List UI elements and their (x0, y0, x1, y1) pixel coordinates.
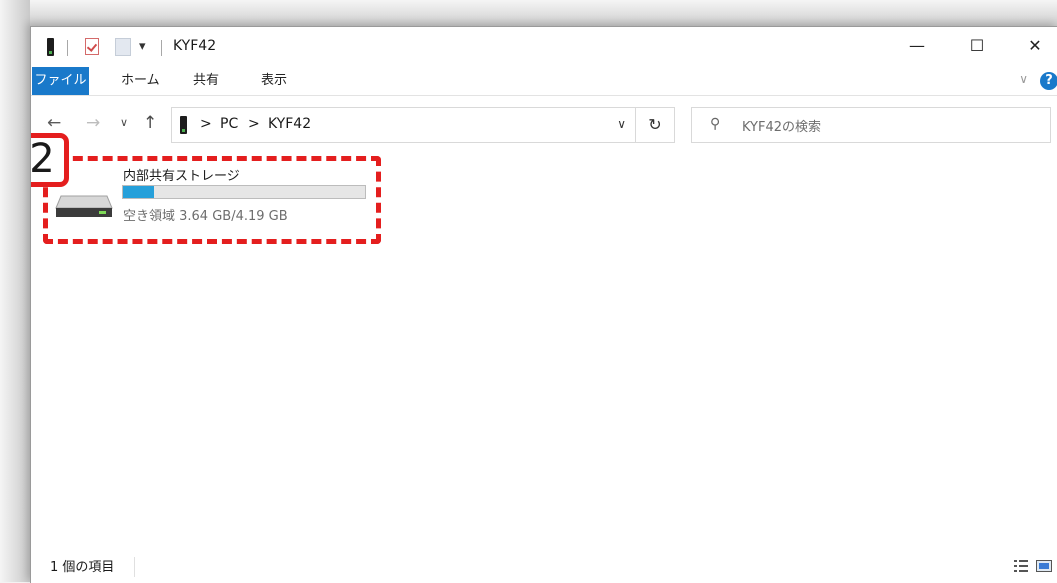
breadcrumb-separator[interactable]: > (200, 116, 212, 132)
refresh-icon[interactable]: ↻ (635, 108, 674, 142)
storage-free-space: 空き領域 3.64 GB/4.19 GB (123, 209, 288, 224)
minimize-button[interactable]: — (894, 27, 940, 67)
address-dropdown-chevron-icon[interactable]: ∨ (617, 117, 626, 131)
tab-share[interactable]: 共有 (193, 67, 219, 95)
tab-home[interactable]: ホーム (121, 67, 160, 95)
storage-usage-bar (122, 185, 366, 199)
ribbon-tabs: ファイル ホーム 共有 表示 ∨ ? (31, 67, 1057, 96)
navigation-bar: ← → ∨ ↑ > PC > KYF42 ∨ ↻ ⚲ KYF42の検索 (31, 96, 1057, 152)
help-icon[interactable]: ? (1040, 72, 1057, 90)
details-view-icon[interactable] (1014, 560, 1028, 572)
window-title: KYF42 (173, 38, 217, 54)
explorer-window: ▾ KYF42 — ☐ ✕ ファイル ホーム 共有 表示 ∨ ? ← → ∨ ↑… (30, 26, 1057, 583)
device-drive-icon (47, 38, 54, 56)
title-bar: ▾ KYF42 — ☐ ✕ (31, 27, 1057, 67)
large-icons-view-icon[interactable] (1036, 560, 1052, 572)
step-number-badge: 2 (31, 133, 69, 187)
properties-check-icon[interactable] (85, 38, 99, 55)
file-view: 2 内部共有ストレージ 空き領域 3.64 GB/4.19 GB (31, 133, 1057, 551)
toolbar-separator (67, 40, 68, 56)
status-separator (134, 557, 135, 577)
forward-arrow-icon[interactable]: → (86, 113, 100, 133)
breadcrumb-pc[interactable]: PC (220, 116, 238, 132)
quick-access-dropdown[interactable]: ▾ (139, 39, 146, 54)
expand-ribbon-chevron-icon[interactable]: ∨ (1019, 72, 1028, 86)
up-arrow-icon[interactable]: ↑ (143, 113, 157, 133)
search-box[interactable]: ⚲ KYF42の検索 (691, 107, 1051, 143)
breadcrumb-kyf42[interactable]: KYF42 (268, 116, 311, 132)
breadcrumb-separator[interactable]: > (248, 116, 260, 132)
device-drive-icon (180, 116, 187, 134)
desktop-shadow-left (0, 0, 30, 582)
back-arrow-icon[interactable]: ← (47, 113, 61, 133)
close-button[interactable]: ✕ (1012, 27, 1057, 67)
new-folder-icon[interactable] (115, 38, 131, 56)
tab-view[interactable]: 表示 (261, 67, 287, 95)
recent-locations-chevron-icon[interactable]: ∨ (120, 116, 128, 129)
toolbar-separator (161, 40, 162, 56)
item-count: 1 個の項目 (50, 560, 115, 575)
address-bar[interactable]: > PC > KYF42 ∨ ↻ (171, 107, 675, 143)
storage-usage-fill (123, 186, 155, 198)
maximize-button[interactable]: ☐ (954, 27, 1000, 67)
status-bar: 1 個の項目 (31, 551, 1057, 583)
search-icon: ⚲ (710, 116, 721, 132)
storage-name[interactable]: 内部共有ストレージ (123, 165, 240, 184)
desktop-shadow-top (0, 0, 1057, 26)
hard-drive-icon[interactable] (55, 190, 113, 218)
search-input[interactable]: KYF42の検索 (742, 116, 821, 135)
tab-file[interactable]: ファイル (32, 67, 89, 95)
